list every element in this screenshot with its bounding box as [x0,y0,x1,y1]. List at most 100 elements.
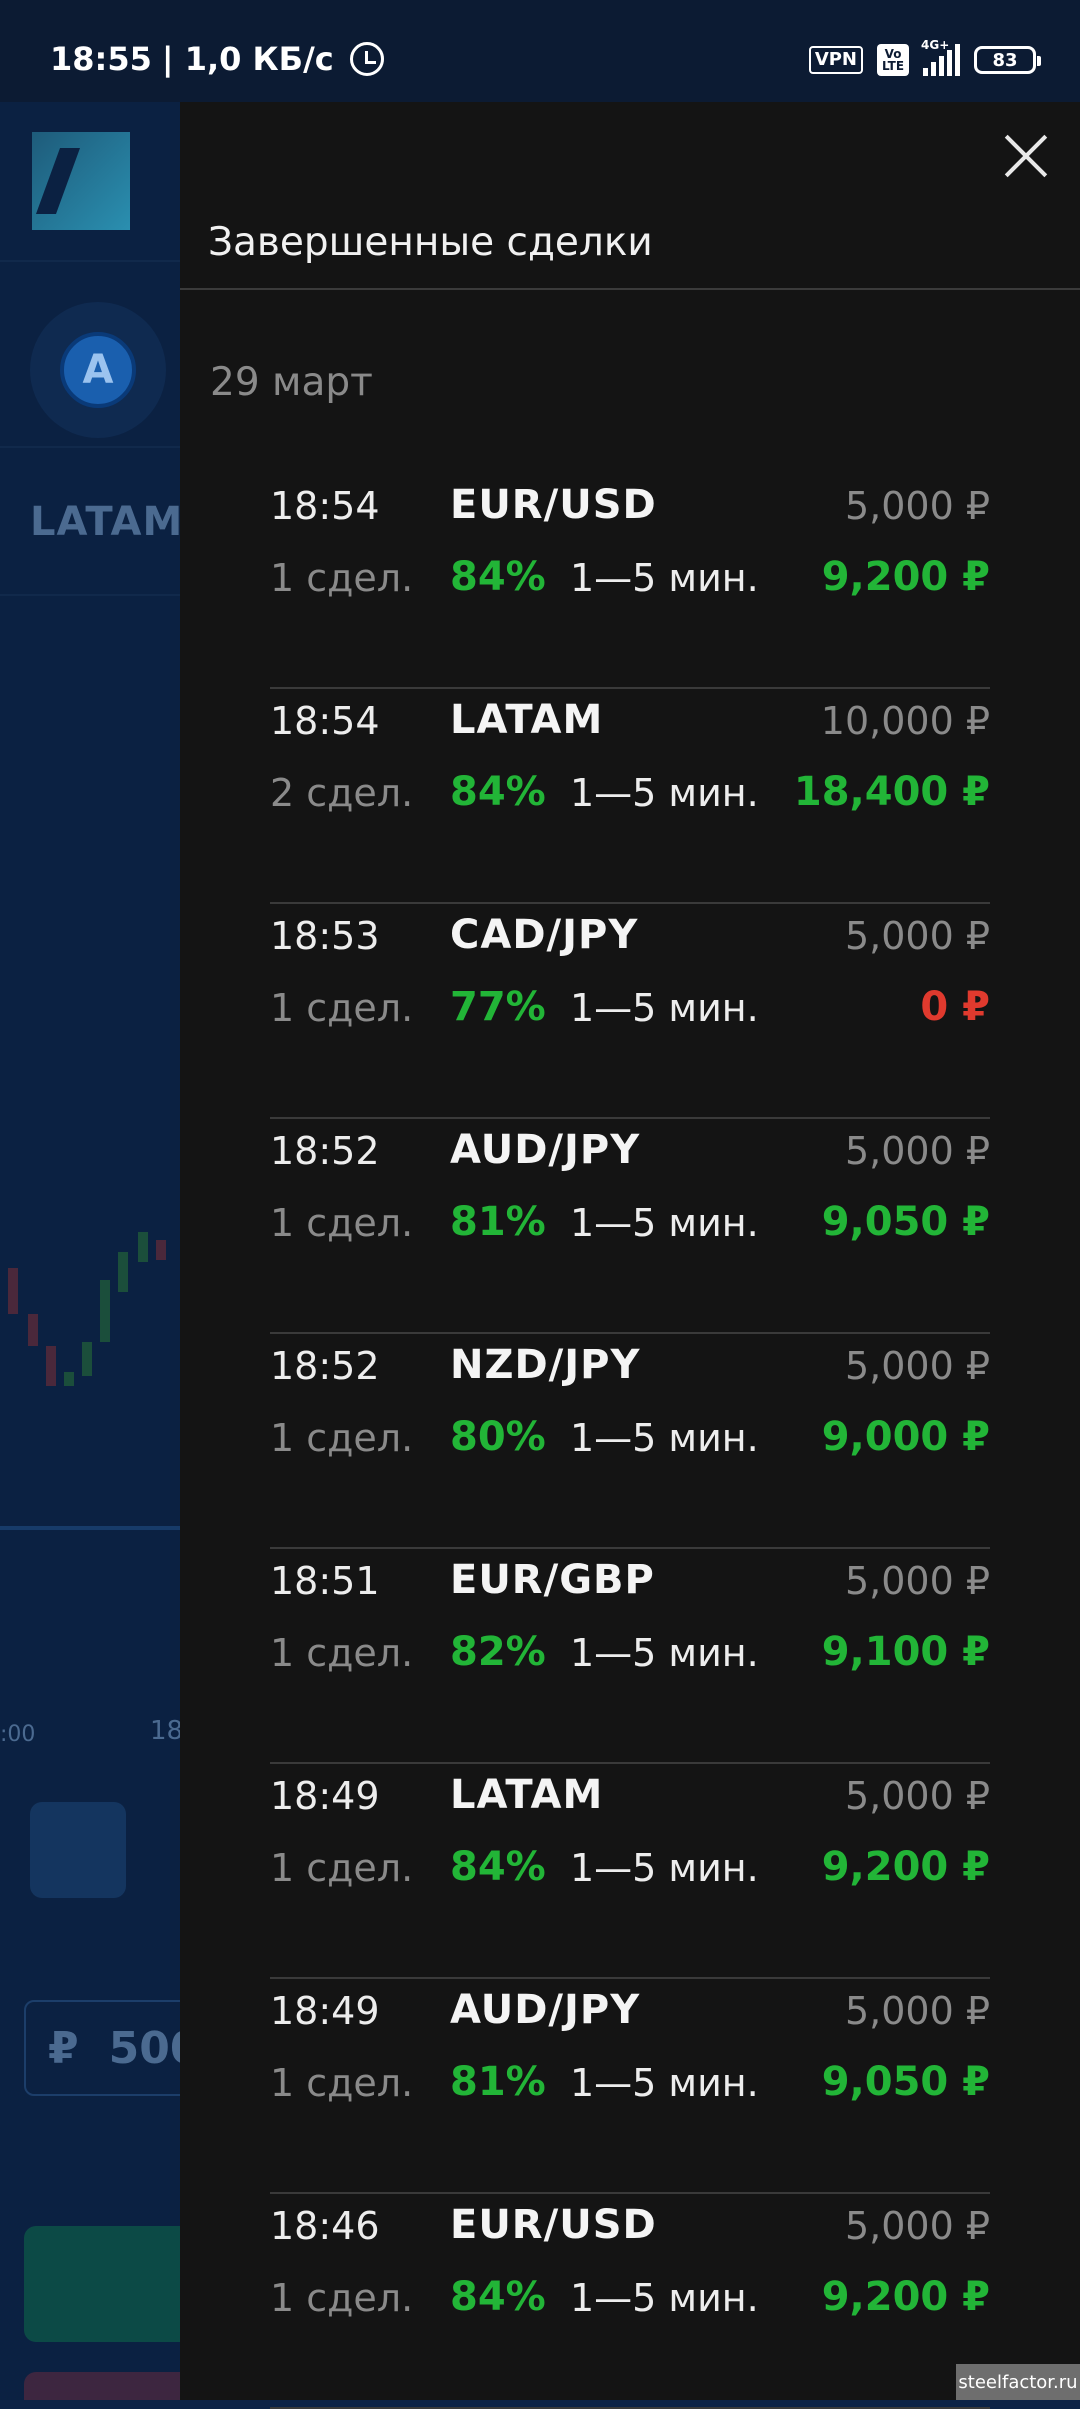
deal-payout: 9,200 ₽ [821,1844,990,1890]
deal-duration: 1—5 мин. [570,771,759,815]
chart-type-button[interactable] [30,1802,126,1898]
amount-input[interactable]: ₽ 500 [24,2000,180,2096]
deal-time: 18:53 [270,914,380,958]
status-right: VPN Vo LTE 4G+ 83 [808,38,1041,76]
deal-pair: AUD/JPY [450,1987,641,2033]
completed-deals-drawer: Завершенные сделки 29 март 18:54 EUR/USD… [180,102,1080,2409]
deal-duration: 1—5 мин. [570,1416,759,1460]
deal-percent: 82% [450,1629,546,1675]
deal-count: 1 сдел. [270,2276,414,2320]
deal-time: 18:54 [270,699,380,743]
currency-icon: ₽ [48,2022,79,2074]
candles [8,1232,166,1386]
alarm-icon [349,42,384,76]
status-left: 18:55 | 1,0 КБ/с [50,40,384,78]
deal-row[interactable]: 18:52 NZD/JPY 5,000 ₽ 1 сдел. 80% 1—5 ми… [270,1334,990,1549]
deal-row[interactable]: 18:49 LATAM 5,000 ₽ 1 сдел. 84% 1—5 мин.… [270,1764,990,1979]
deal-percent: 81% [450,2059,546,2105]
deal-count: 2 сдел. [270,771,414,815]
buy-button[interactable] [24,2226,180,2342]
deal-pair: LATAM [450,697,604,743]
asset-selector[interactable]: LATAM [30,499,180,545]
deal-pair: EUR/USD [450,482,657,528]
avatar[interactable]: A [60,332,136,408]
deal-row[interactable]: 18:52 AUD/JPY 5,000 ₽ 1 сдел. 81% 1—5 ми… [270,1119,990,1334]
sell-button[interactable] [24,2372,180,2400]
chart-baseline [0,1526,180,1530]
vpn-icon: VPN [808,46,863,74]
deal-count: 1 сдел. [270,1201,414,1245]
signal-bar [923,68,928,76]
volte-icon: Vo LTE [877,44,909,76]
deal-row[interactable]: 18:54 EUR/USD 5,000 ₽ 1 сдел. 84% 1—5 ми… [270,474,990,689]
deal-count: 1 сдел. [270,1846,414,1890]
deal-payout: 9,200 ₽ [821,2274,990,2320]
deal-stake: 5,000 ₽ [844,1989,990,2033]
status-bar: 18:55 | 1,0 КБ/с VPN Vo LTE 4G+ 83 [0,0,1080,102]
deal-duration: 1—5 мин. [570,986,759,1030]
avatar-letter: A [82,347,114,393]
signal-bar [931,62,936,76]
deals-list: 18:54 EUR/USD 5,000 ₽ 1 сдел. 84% 1—5 ми… [270,474,990,2409]
deal-pair: AUD/JPY [450,1127,641,1173]
deal-row[interactable]: 18:54 LATAM 10,000 ₽ 2 сдел. 84% 1—5 мин… [270,689,990,904]
close-icon[interactable] [996,126,1056,186]
deal-payout: 9,200 ₽ [821,554,990,600]
deal-time: 18:52 [270,1344,380,1388]
deal-stake: 5,000 ₽ [844,1129,990,1173]
deal-payout: 18,400 ₽ [793,769,990,815]
background-app: A LATAM :00 18 ₽ 500 [0,102,180,2400]
deal-time: 18:51 [270,1559,380,1603]
deal-duration: 1—5 мин. [570,1846,759,1890]
deal-payout: 9,100 ₽ [821,1629,990,1675]
candlestick-chart [8,1232,166,1386]
deal-count: 1 сдел. [270,556,414,600]
deal-row[interactable]: 18:49 AUD/JPY 5,000 ₽ 1 сдел. 81% 1—5 ми… [270,1979,990,2194]
deal-duration: 1—5 мин. [570,2276,759,2320]
deal-time: 18:54 [270,484,380,528]
amount-value: 500 [108,2022,180,2074]
network-type: 4G+ [921,38,950,52]
deal-row[interactable]: 18:53 CAD/JPY 5,000 ₽ 1 сдел. 77% 1—5 ми… [270,904,990,1119]
deal-duration: 1—5 мин. [570,2061,759,2105]
date-header: 29 март [210,360,373,405]
battery-icon: 83 [974,46,1041,74]
deal-payout: 0 ₽ [920,984,990,1030]
deal-payout: 9,050 ₽ [821,2059,990,2105]
divider [0,446,180,448]
signal-bar [955,44,960,76]
signal-icon: 4G+ [921,38,960,76]
deal-time: 18:49 [270,1989,380,2033]
deal-payout: 9,050 ₽ [821,1199,990,1245]
deal-count: 1 сдел. [270,1416,414,1460]
time-axis-label: 18 [150,1716,180,1746]
deal-pair: NZD/JPY [450,1342,641,1388]
drawer-title: Завершенные сделки [208,220,653,265]
deal-percent: 84% [450,2274,546,2320]
deal-percent: 77% [450,984,546,1030]
deal-count: 1 сдел. [270,2061,414,2105]
deal-percent: 84% [450,1844,546,1890]
app-logo [32,132,130,230]
deal-count: 1 сдел. [270,1631,414,1675]
deal-percent: 80% [450,1414,546,1460]
divider [0,594,180,596]
deal-row[interactable]: 18:46 EUR/USD 5,000 ₽ 1 сдел. 84% 1—5 ми… [270,2194,990,2409]
time-axis-label: :00 [0,1722,36,1747]
watermark: steelfactor.ru [956,2364,1080,2400]
deal-time: 18:52 [270,1129,380,1173]
divider [180,288,1080,290]
deal-stake: 5,000 ₽ [844,1344,990,1388]
deal-stake: 10,000 ₽ [820,699,990,743]
status-time: 18:55 [50,40,152,78]
deal-row[interactable]: 18:51 EUR/GBP 5,000 ₽ 1 сдел. 82% 1—5 ми… [270,1549,990,1764]
deal-time: 18:46 [270,2204,380,2248]
deal-stake: 5,000 ₽ [844,2204,990,2248]
deal-stake: 5,000 ₽ [844,484,990,528]
battery-level: 83 [992,49,1018,71]
deal-pair: EUR/GBP [450,1557,655,1603]
deal-duration: 1—5 мин. [570,1201,759,1245]
deal-percent: 84% [450,554,546,600]
deal-duration: 1—5 мин. [570,556,759,600]
deal-percent: 84% [450,769,546,815]
